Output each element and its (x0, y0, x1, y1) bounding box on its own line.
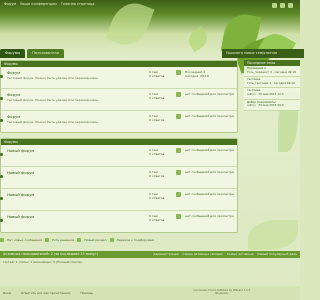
stats-link[interactable]: Самые активные (227, 251, 254, 258)
last-post-icon (176, 92, 181, 97)
last-post-icon (176, 214, 181, 219)
last-post: нет сообщений для просмотра (185, 214, 234, 218)
forum-status-icon (0, 97, 3, 100)
forum-title[interactable]: Форум (7, 114, 20, 119)
recent-topics-sidebar: Последние темы Последний 2 Тоть_Черемист… (244, 60, 300, 111)
forum-description: Тестовый форум. Можно быть удален или пе… (7, 76, 99, 80)
main-tabs: Форумы Пользователи (0, 49, 255, 58)
top-icons (272, 3, 293, 8)
forum-description: Тестовый форум. Можно быть удален или пе… (7, 98, 99, 102)
last-post: нет сообщений для просмотра (185, 170, 234, 174)
decorative-leaf (248, 220, 298, 250)
last-post: Последний 2 Сегодня, 09:18 (185, 70, 209, 78)
breadcrumb-item[interactable]: Главная страница (61, 2, 95, 6)
forum-title[interactable]: Форум (7, 70, 20, 75)
user-icon[interactable] (272, 3, 277, 8)
last-post-icon (176, 114, 181, 119)
subforum-redirect-icon (109, 237, 114, 242)
forum-row: Новый форум 0 тем 0 ответов нет сообщений… (0, 211, 237, 232)
last-post-icon (176, 148, 181, 153)
forum-row: Форум Тестовый форум. Можно быть удален … (0, 111, 237, 132)
forum-counts: 0 тем 0 ответов (149, 214, 165, 222)
forum-counts: 0 тем 0 ответов (149, 70, 165, 78)
recent-topic-meta: admin · 30 мая 2015 12:3 (247, 92, 284, 96)
forum-description: Тестовый форум. Можно быть удален или пе… (7, 120, 99, 124)
forum-title[interactable]: Новый форум (7, 192, 34, 197)
stats-links: Администрация Самые активные сегодня Сам… (153, 251, 300, 258)
stats-link[interactable]: Самый популярный день (257, 251, 297, 258)
stats-title: Активных пользователей: 2 (за последние … (3, 252, 99, 256)
forum-status-icon (0, 219, 3, 222)
last-post-icon (176, 192, 181, 197)
last-post: нет сообщений для просмотра (185, 92, 234, 96)
forum-status-icon (0, 197, 3, 200)
footer-link[interactable]: Вход (3, 291, 11, 295)
forum-row: Новый форум 0 тем 0 ответов нет сообщений… (0, 145, 237, 167)
forum-category-2: Форумы Новый форум 0 тем 0 ответов нет со… (0, 138, 238, 233)
settings-icon[interactable] (288, 3, 293, 8)
last-post: нет сообщений для просмотра (185, 114, 234, 118)
forum-legend: Нет новых сообщений Есть решения Новый р… (0, 236, 236, 243)
footer-link[interactable]: Помощь (80, 291, 93, 295)
recent-topic-meta: Тоть_тестовая 1 · Сегодня 09:18 (247, 81, 295, 85)
footer-link[interactable]: Отметить все как прочитанное (21, 291, 71, 295)
forum-title[interactable]: Новый форум (7, 214, 34, 219)
forum-status-icon (0, 153, 3, 156)
breadcrumb-item[interactable]: Ваши конференции (20, 2, 56, 6)
tab-forums[interactable]: Форумы (0, 49, 26, 58)
breadcrumb-item[interactable]: Форум (4, 2, 16, 6)
recent-topic-meta: Тоть_Черемист 2 · Сегодня 09:18 (247, 70, 296, 74)
forum-status-icon (0, 75, 3, 78)
recent-topic-meta: admin · 30 мая 2015 09:0 (247, 104, 284, 108)
no-new-posts-icon (0, 237, 4, 242)
last-post: нет сообщений для просмотра (185, 148, 234, 152)
solved-icon (45, 237, 50, 242)
forum-category-1: Форумы Форум Тестовый форум. Можно быть … (0, 60, 238, 133)
copyright: Community Forum Software by IP.Board 3.4… (193, 289, 250, 296)
forum-title[interactable]: Форум (7, 92, 20, 97)
recent-topic[interactable]: тестовая Тоть_тестовая 1 · Сегодня 09:18 (244, 77, 300, 89)
forum-row: Новый форум 0 тем 0 ответов нет сообщений… (0, 189, 237, 211)
tab-users[interactable]: Пользователи (27, 49, 64, 58)
forum-counts: 0 тем 0 ответов (149, 192, 165, 200)
forum-counts: 0 тем 0 ответов (149, 114, 165, 122)
recent-topic[interactable]: тестовая admin · 30 мая 2015 12:3 (244, 88, 300, 100)
last-post-time: Сегодня, 09:18 (185, 74, 209, 78)
forum-row: Форум Тестовый форум. Можно быть удален … (0, 67, 237, 89)
forum-status-icon (0, 175, 3, 178)
forum-title[interactable]: Новый форум (7, 170, 34, 175)
recent-topic[interactable]: Добро пожаловать! admin · 30 мая 2015 09… (244, 99, 300, 111)
forum-title[interactable]: Новый форум (7, 148, 34, 153)
top-bar: Форум Ваши конференции Главная страница (0, 0, 300, 14)
new-content-link[interactable]: Просмотр новых тем/ответов (222, 49, 304, 58)
forum-row: Форум Тестовый форум. Можно быть удален … (0, 89, 237, 111)
breadcrumb: Форум Ваши конференции Главная страница (4, 2, 97, 6)
stats-bar: Активных пользователей: 2 (за последние … (0, 251, 300, 258)
recent-topic[interactable]: Последний 2 Тоть_Черемист 2 · Сегодня 09… (244, 66, 300, 78)
messages-icon[interactable] (280, 3, 285, 8)
forum-counts: 0 тем 0 ответов (149, 92, 165, 100)
stats-link[interactable]: Администрация (153, 251, 178, 258)
forum-status-icon (0, 119, 3, 122)
last-post: нет сообщений для просмотра (185, 192, 234, 196)
stats-body: гостей: 1, польз. 1 анонимных: 0 (Полный… (3, 260, 83, 264)
forum-row: Новый форум 0 тем 0 ответов нет сообщений… (0, 167, 237, 189)
forum-counts: 0 тем 0 ответов (149, 170, 165, 178)
last-post-icon (176, 170, 181, 175)
new-section-icon (77, 237, 82, 242)
footer: Вход Отметить все как прочитанное Помощь… (0, 286, 300, 300)
last-post-icon (176, 70, 181, 75)
forum-counts: 0 тем 0 ответов (149, 148, 165, 156)
stats-link[interactable]: Самые активные сегодня (182, 251, 222, 258)
